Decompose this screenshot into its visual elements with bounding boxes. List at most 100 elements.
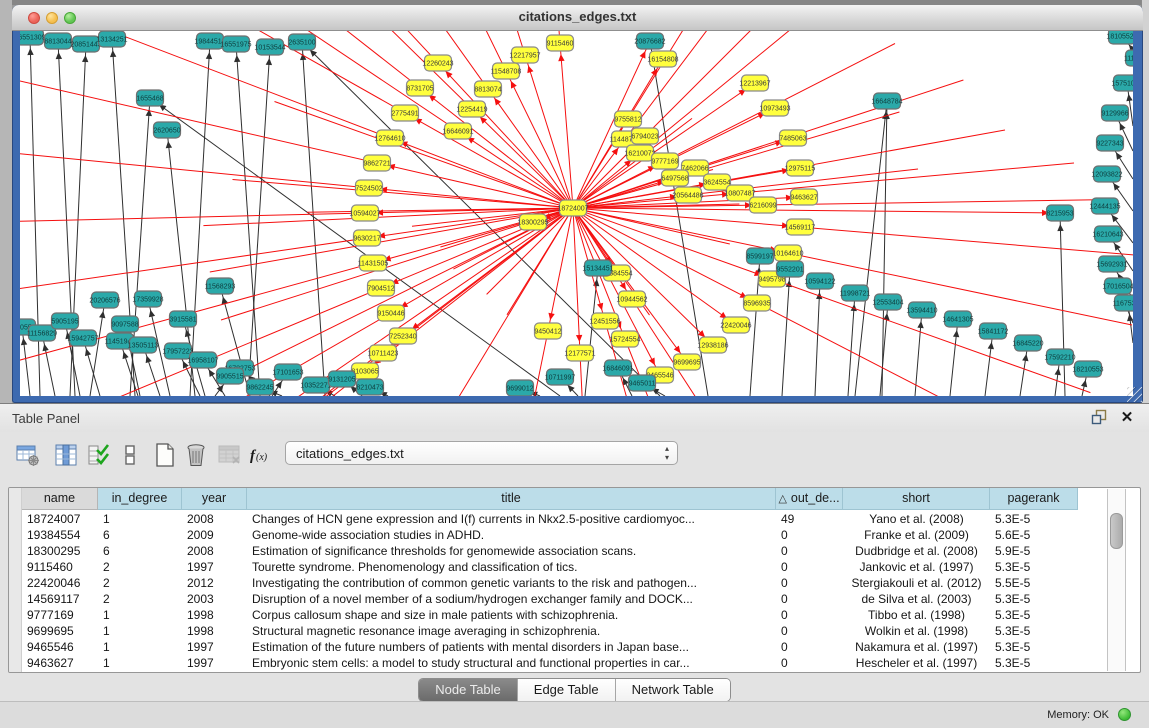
table-cell[interactable]: 22420046 [22, 575, 98, 591]
graph-node[interactable]: 9630217 [353, 230, 380, 246]
table-cell[interactable]: 1 [98, 639, 182, 655]
table-cell[interactable]: 0 [776, 623, 843, 639]
table-cell[interactable]: 5.3E-5 [990, 511, 1078, 527]
table-row[interactable]: 1872400712008Changes of HCN gene express… [22, 511, 1078, 527]
table-cell[interactable]: Nakamura et al. (1997) [843, 639, 990, 655]
table-scrollbar[interactable] [1107, 489, 1126, 671]
table-cell[interactable]: Dudbridge et al. (2008) [843, 543, 990, 559]
graph-node[interactable]: 20876682 [634, 33, 665, 49]
graph-node[interactable]: 16210643 [1092, 226, 1123, 242]
graph-node[interactable]: 12260243 [422, 55, 453, 71]
graph-node[interactable]: 20564486 [672, 187, 703, 203]
graph-node[interactable]: 15751074 [1111, 75, 1133, 91]
graph-node[interactable]: 16154808 [647, 51, 678, 67]
column-header-name[interactable]: name [22, 488, 98, 510]
window-titlebar[interactable]: citations_edges.txt [12, 5, 1143, 31]
graph-node[interactable]: 17592210 [1044, 349, 1075, 365]
table-cell[interactable]: 0 [776, 559, 843, 575]
graph-node[interactable]: 9450412 [534, 323, 561, 339]
graph-node[interactable]: 16958107 [187, 352, 218, 368]
graph-node[interactable]: 1655468 [136, 90, 163, 106]
table-cell[interactable]: Franke et al. (2009) [843, 527, 990, 543]
table-cell[interactable]: 6 [98, 527, 182, 543]
graph-node[interactable]: 15692931 [1096, 256, 1127, 272]
graph-node[interactable]: 2620650 [153, 122, 180, 138]
window-resize-grip[interactable] [1127, 387, 1142, 402]
table-cell[interactable]: Corpus callosum shape and size in male p… [247, 607, 776, 623]
graph-node[interactable]: 11675334 [1113, 295, 1133, 311]
graph-node[interactable]: 7524502 [355, 180, 382, 196]
graph-node[interactable]: 11998721 [840, 285, 871, 301]
table-cell[interactable]: Tourette syndrome. Phenomenology and cla… [247, 559, 776, 575]
graph-node[interactable]: 9227343 [1096, 135, 1123, 151]
table-row[interactable]: 1456911722003Disruption of a novel membe… [22, 591, 1078, 607]
graph-node[interactable]: 17359928 [132, 291, 163, 307]
graph-node[interactable]: 19844510 [194, 33, 225, 49]
table-cell[interactable]: 5.3E-5 [990, 607, 1078, 623]
graph-node[interactable]: 9699695 [673, 354, 700, 370]
graph-node[interactable]: 10594027 [349, 205, 380, 221]
graph-node[interactable]: 8215953 [1046, 205, 1073, 221]
tab-network-table[interactable]: Network Table [615, 679, 730, 701]
table-cell[interactable]: 2 [98, 591, 182, 607]
table-cell[interactable]: 1997 [182, 639, 247, 655]
table-row[interactable]: 977716911998Corpus callosum shape and si… [22, 607, 1078, 623]
graph-node[interactable]: 8596935 [743, 295, 770, 311]
graph-node[interactable]: 12764610 [374, 130, 405, 146]
graph-node[interactable]: 12217957 [509, 47, 540, 63]
graph-node[interactable]: 10352271 [300, 377, 331, 393]
table-cell[interactable]: 0 [776, 655, 843, 671]
graph-node[interactable]: 15724554 [609, 331, 640, 347]
graph-node[interactable]: 13134251 [96, 31, 127, 47]
table-cell[interactable]: 2008 [182, 511, 247, 527]
graph-node[interactable]: 12177571 [564, 345, 595, 361]
graph-node[interactable]: 8731705 [406, 80, 433, 96]
graph-node[interactable]: 9465011 [629, 375, 656, 391]
table-cell[interactable]: 2 [98, 559, 182, 575]
graph-node[interactable]: 14569117 [785, 219, 816, 235]
column-header-out_degree[interactable]: △out_de... [776, 488, 843, 510]
table-cell[interactable]: 2 [98, 575, 182, 591]
graph-node[interactable]: 8813044 [44, 33, 71, 49]
graph-node[interactable]: 9552201 [776, 261, 803, 277]
graph-node[interactable]: 15134451 [582, 260, 613, 276]
table-cell[interactable]: Disruption of a novel member of a sodium… [247, 591, 776, 607]
graph-node[interactable]: 9905515 [216, 368, 243, 384]
table-cell[interactable]: 1998 [182, 623, 247, 639]
table-cell[interactable]: Investigating the contribution of common… [247, 575, 776, 591]
table-cell[interactable]: 1997 [182, 559, 247, 575]
table-row[interactable]: 1830029562008Estimation of significance … [22, 543, 1078, 559]
table-cell[interactable]: Hescheler et al. (1997) [843, 655, 990, 671]
graph-node[interactable]: 16845220 [1012, 335, 1043, 351]
graph-node[interactable]: 10711423 [368, 345, 399, 361]
graph-node[interactable]: 18300295 [517, 214, 548, 230]
table-cell[interactable]: Tibbo et al. (1998) [843, 607, 990, 623]
table-cell[interactable]: Genome-wide association studies in ADHD. [247, 527, 776, 543]
graph-node[interactable]: 18724007 [557, 200, 588, 216]
graph-node[interactable]: 16551309 [20, 31, 46, 45]
table-cell[interactable]: 49 [776, 511, 843, 527]
graph-node[interactable]: 10594122 [804, 273, 835, 289]
table-row[interactable]: 946362711997Embryonic stem cells: a mode… [22, 655, 1078, 671]
table-cell[interactable]: Wolkin et al. (1998) [843, 623, 990, 639]
graph-node[interactable]: 11568293 [205, 278, 236, 294]
graph-node[interactable]: 10153544 [254, 39, 285, 55]
table-cell[interactable]: Estimation of significance thresholds fo… [247, 543, 776, 559]
table-cell[interactable]: 1 [98, 607, 182, 623]
table-cell[interactable]: Estimation of the future numbers of pati… [247, 639, 776, 655]
tab-node-table[interactable]: Node Table [419, 679, 517, 701]
graph-node[interactable]: 10164610 [772, 245, 803, 261]
table-cell[interactable]: Stergiakouli et al. (2012) [843, 575, 990, 591]
function-builder-icon[interactable]: f (x) [246, 440, 278, 472]
graph-node[interactable]: 18105520 [1106, 31, 1133, 44]
table-cell[interactable]: 5.5E-5 [990, 575, 1078, 591]
graph-node[interactable]: 17101653 [272, 364, 303, 380]
graph-node[interactable]: 9862721 [363, 155, 390, 171]
table-cell[interactable]: 5.9E-5 [990, 543, 1078, 559]
graph-node[interactable]: 7252340 [389, 328, 416, 344]
table-cell[interactable]: 5.3E-5 [990, 559, 1078, 575]
graph-node[interactable]: 8813074 [474, 81, 501, 97]
table-cell[interactable]: 1 [98, 511, 182, 527]
table-cell[interactable]: 14569117 [22, 591, 98, 607]
delete-column-icon[interactable] [180, 440, 212, 472]
